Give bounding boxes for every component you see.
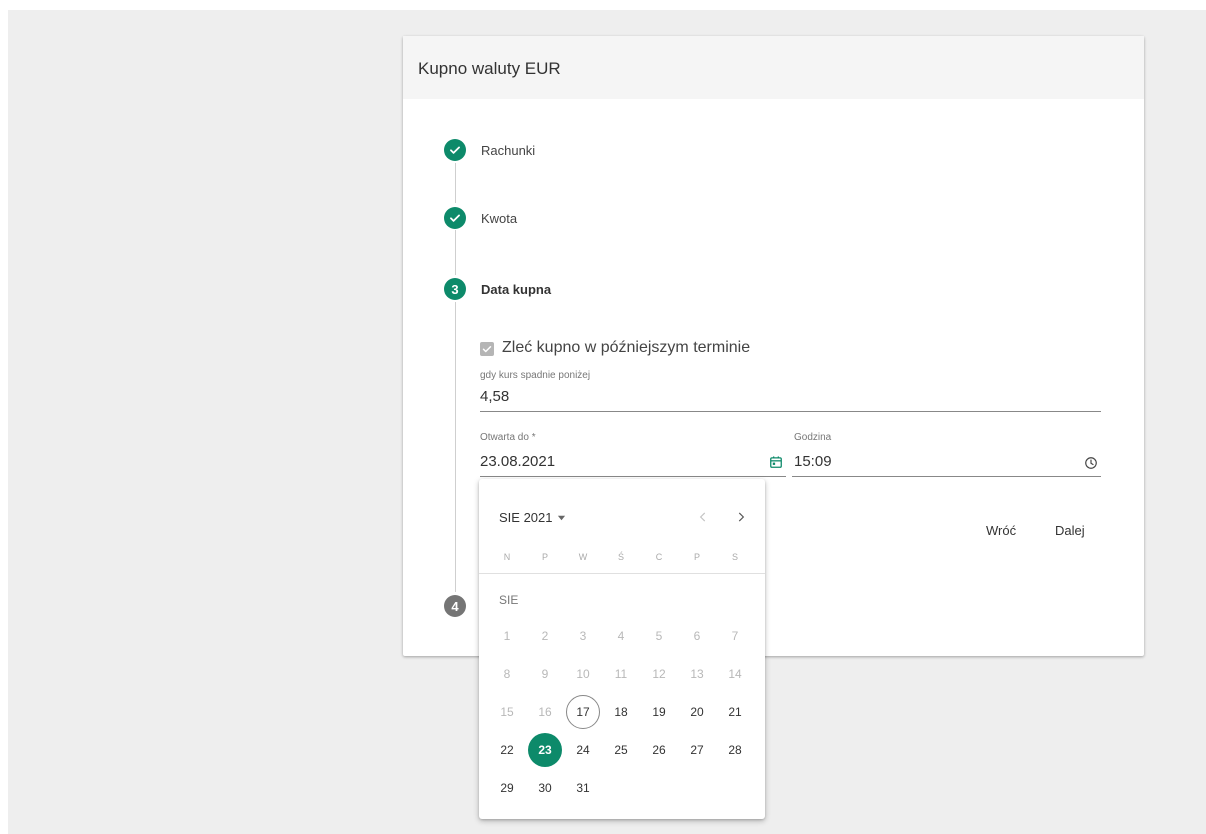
stepper-connector bbox=[455, 163, 456, 203]
calendar-icon[interactable] bbox=[768, 454, 784, 470]
calendar-day-9: 9 bbox=[541, 667, 549, 681]
calendar-day-8: 8 bbox=[503, 667, 511, 681]
weekday-label: S bbox=[731, 552, 738, 562]
date-input[interactable]: 23.08.2021 bbox=[480, 453, 555, 470]
calendar-day-13: 13 bbox=[690, 667, 704, 681]
datepicker-divider bbox=[479, 573, 765, 574]
time-input[interactable]: 15:09 bbox=[794, 453, 832, 470]
calendar-day-21[interactable]: 21 bbox=[718, 695, 752, 729]
calendar-day-22[interactable]: 22 bbox=[490, 733, 524, 767]
step-1-check-icon bbox=[444, 139, 466, 161]
month-label: SIE bbox=[499, 593, 519, 607]
step-1-label[interactable]: Rachunki bbox=[481, 143, 535, 158]
weekday-label: P bbox=[541, 552, 548, 562]
next-month-button[interactable] bbox=[733, 509, 749, 525]
rate-input[interactable]: 4,58 bbox=[480, 388, 509, 405]
datepicker-popup: SIE 2021 NPWŚCPS SIE 1 2 3 4 5 6 7 8 9 10 11 12 13 14… bbox=[479, 479, 765, 819]
calendar-day-27[interactable]: 27 bbox=[680, 733, 714, 767]
weekday-label: P bbox=[693, 552, 700, 562]
calendar-day-10: 10 bbox=[576, 667, 590, 681]
calendar-day-7: 7 bbox=[731, 629, 739, 643]
rate-field-label: gdy kurs spadnie poniżej bbox=[480, 370, 591, 381]
previous-month-button[interactable] bbox=[695, 509, 711, 525]
weekday-label: N bbox=[503, 552, 511, 562]
step-3-label[interactable]: Data kupna bbox=[481, 282, 551, 297]
month-year-selector[interactable]: SIE 2021 bbox=[499, 510, 566, 525]
month-year-label: SIE 2021 bbox=[499, 510, 553, 525]
calendar-day-31[interactable]: 31 bbox=[566, 771, 600, 805]
calendar-day-11: 11 bbox=[614, 667, 628, 681]
step-2-label[interactable]: Kwota bbox=[481, 211, 517, 226]
calendar-day-1: 1 bbox=[503, 629, 511, 643]
stepper-connector bbox=[455, 302, 456, 592]
calendar-day-12: 12 bbox=[652, 667, 666, 681]
caret-down-icon bbox=[557, 515, 565, 521]
step-3-number: 3 bbox=[444, 278, 466, 300]
calendar-day-30[interactable]: 30 bbox=[528, 771, 562, 805]
date-field-label: Otwarta do * bbox=[480, 432, 536, 443]
rate-input-underline bbox=[480, 411, 1101, 412]
step-4-number: 4 bbox=[444, 595, 466, 617]
calendar-day-17[interactable]: 17 bbox=[566, 695, 600, 729]
stepper-connector bbox=[455, 230, 456, 275]
calendar-day-20[interactable]: 20 bbox=[680, 695, 714, 729]
calendar-day-6: 6 bbox=[693, 629, 701, 643]
calendar-day-14: 14 bbox=[728, 667, 742, 681]
time-input-underline bbox=[792, 476, 1101, 477]
calendar-day-2: 2 bbox=[541, 629, 549, 643]
later-order-checkbox-label[interactable]: Zleć kupno w późniejszym terminie bbox=[502, 339, 750, 357]
calendar-day-29[interactable]: 29 bbox=[490, 771, 524, 805]
check-icon bbox=[482, 346, 492, 353]
step-2-check-icon bbox=[444, 207, 466, 229]
calendar-day-18[interactable]: 18 bbox=[604, 695, 638, 729]
back-button[interactable]: Wróć bbox=[986, 523, 1016, 538]
calendar-day-4: 4 bbox=[617, 629, 625, 643]
calendar-day-26[interactable]: 26 bbox=[642, 733, 676, 767]
calendar-day-3: 3 bbox=[579, 629, 587, 643]
clock-icon[interactable] bbox=[1083, 455, 1099, 471]
calendar-day-16: 16 bbox=[538, 705, 552, 719]
calendar-day-5: 5 bbox=[655, 629, 663, 643]
chevron-left-icon bbox=[699, 512, 706, 522]
calendar-day-15: 15 bbox=[500, 705, 514, 719]
calendar-day-25[interactable]: 25 bbox=[604, 733, 638, 767]
calendar-day-24[interactable]: 24 bbox=[566, 733, 600, 767]
weekday-label: W bbox=[578, 552, 588, 562]
time-field-label: Godzina bbox=[794, 432, 832, 443]
card-title: Kupno waluty EUR bbox=[418, 59, 561, 78]
calendar-day-23[interactable]: 23 bbox=[528, 733, 562, 767]
chevron-right-icon bbox=[738, 512, 745, 522]
next-button[interactable]: Dalej bbox=[1055, 523, 1085, 538]
card-header: Kupno waluty EUR bbox=[403, 36, 1144, 99]
date-input-underline bbox=[480, 476, 786, 477]
weekday-label: C bbox=[655, 552, 663, 562]
calendar-day-19[interactable]: 19 bbox=[642, 695, 676, 729]
weekday-label: Ś bbox=[617, 552, 624, 562]
calendar-day-28[interactable]: 28 bbox=[718, 733, 752, 767]
later-order-checkbox[interactable] bbox=[480, 342, 494, 356]
